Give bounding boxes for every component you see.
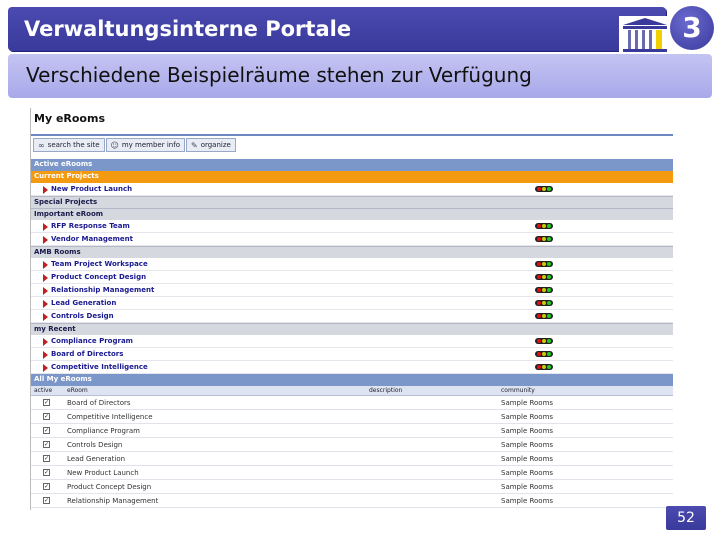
active-checkbox[interactable]: ✓ xyxy=(43,483,50,490)
all-erooms-header: All My eRooms xyxy=(31,374,673,386)
table-row[interactable]: ✓ Product Concept Design Sample Rooms xyxy=(31,480,673,494)
group-important-eroom[interactable]: Important eRoom xyxy=(31,208,673,220)
list-item[interactable]: Product Concept Design xyxy=(31,271,673,284)
arrow-right-icon xyxy=(43,300,48,308)
traffic-light-icon xyxy=(535,287,553,293)
col-description[interactable]: description xyxy=(369,387,402,394)
page-number: 52 xyxy=(666,506,706,530)
slide-title-bar: Verwaltungsinterne Portale xyxy=(8,7,671,54)
table-row[interactable]: ✓ Compliance Program Sample Rooms xyxy=(31,424,673,438)
arrow-right-icon xyxy=(43,313,48,321)
group-special-projects[interactable]: Special Projects xyxy=(31,196,673,208)
list-item[interactable]: Controls Design xyxy=(31,310,673,323)
col-active[interactable]: active xyxy=(34,387,52,394)
search-site-label: search the site xyxy=(47,141,100,149)
member-info-label: my member info xyxy=(121,141,180,149)
traffic-light-icon xyxy=(535,186,553,192)
traffic-light-icon xyxy=(535,313,553,319)
active-checkbox[interactable]: ✓ xyxy=(43,497,50,504)
traffic-light-icon xyxy=(535,236,553,242)
erooms-title: My eRooms xyxy=(31,108,673,136)
table-row[interactable]: ✓ Lead Generation Sample Rooms xyxy=(31,452,673,466)
list-item[interactable]: Relationship Management xyxy=(31,284,673,297)
active-checkbox[interactable]: ✓ xyxy=(43,413,50,420)
arrow-right-icon xyxy=(43,261,48,269)
table-row[interactable]: ✓ Relationship Management Sample Rooms xyxy=(31,494,673,508)
traffic-light-icon xyxy=(535,300,553,306)
group-my-recent[interactable]: my Recent xyxy=(31,323,673,335)
table-row[interactable]: ✓ Board of Directors Sample Rooms xyxy=(31,396,673,410)
col-eroom[interactable]: eRoom xyxy=(67,387,88,394)
arrow-right-icon xyxy=(43,364,48,372)
traffic-light-icon xyxy=(535,261,553,267)
traffic-light-icon xyxy=(535,274,553,280)
active-erooms-header: Active eRooms xyxy=(31,159,673,171)
active-checkbox[interactable]: ✓ xyxy=(43,455,50,462)
list-item[interactable]: Vendor Management xyxy=(31,233,673,246)
member-info-button[interactable]: ☺ my member info xyxy=(105,138,185,152)
building-columns-icon xyxy=(619,16,671,54)
group-current-projects[interactable]: Current Projects xyxy=(31,171,673,183)
erooms-screenshot: My eRooms ∞ search the site ☺ my member … xyxy=(30,108,673,510)
search-site-button[interactable]: ∞ search the site xyxy=(33,138,105,152)
table-row[interactable]: ✓ Controls Design Sample Rooms xyxy=(31,438,673,452)
slide-title: Verwaltungsinterne Portale xyxy=(24,17,352,41)
active-checkbox[interactable]: ✓ xyxy=(43,427,50,434)
active-checkbox[interactable]: ✓ xyxy=(43,441,50,448)
pencil-icon: ✎ xyxy=(190,140,198,150)
arrow-right-icon xyxy=(43,351,48,359)
table-row[interactable]: ✓ New Product Launch Sample Rooms xyxy=(31,466,673,480)
organize-label: organize xyxy=(200,141,231,149)
erooms-toolbar: ∞ search the site ☺ my member info ✎ org… xyxy=(31,138,673,154)
traffic-light-icon xyxy=(535,338,553,344)
organize-button[interactable]: ✎ organize xyxy=(185,138,236,152)
arrow-right-icon xyxy=(43,274,48,282)
traffic-light-icon xyxy=(535,223,553,229)
col-community[interactable]: community xyxy=(501,387,535,394)
group-amb-rooms[interactable]: AMB Rooms xyxy=(31,246,673,258)
arrow-right-icon xyxy=(43,236,48,244)
traffic-light-icon xyxy=(535,351,553,357)
table-row[interactable]: ✓ Competitive Intelligence Sample Rooms xyxy=(31,410,673,424)
traffic-light-icon xyxy=(535,364,553,370)
list-item[interactable]: New Product Launch xyxy=(31,183,673,196)
table-header: active eRoom description community xyxy=(31,386,673,396)
active-checkbox[interactable]: ✓ xyxy=(43,469,50,476)
chapter-number-badge: 3 xyxy=(670,6,714,50)
subtitle-bar: Verschiedene Beispielräume stehen zur Ve… xyxy=(8,54,712,98)
list-item[interactable]: RFP Response Team xyxy=(31,220,673,233)
active-checkbox[interactable]: ✓ xyxy=(43,399,50,406)
list-item[interactable]: Competitive Intelligence xyxy=(31,361,673,374)
member-icon: ☺ xyxy=(110,140,119,150)
arrow-right-icon xyxy=(43,338,48,346)
arrow-right-icon xyxy=(43,186,48,194)
slide-subtitle: Verschiedene Beispielräume stehen zur Ve… xyxy=(26,63,532,87)
list-item[interactable]: Board of Directors xyxy=(31,348,673,361)
arrow-right-icon xyxy=(43,287,48,295)
eroom-list: Active eRooms Current Projects New Produ… xyxy=(31,159,673,508)
binoculars-icon: ∞ xyxy=(38,140,45,150)
list-item[interactable]: Lead Generation xyxy=(31,297,673,310)
list-item[interactable]: Compliance Program xyxy=(31,335,673,348)
arrow-right-icon xyxy=(43,223,48,231)
list-item[interactable]: Team Project Workspace xyxy=(31,258,673,271)
